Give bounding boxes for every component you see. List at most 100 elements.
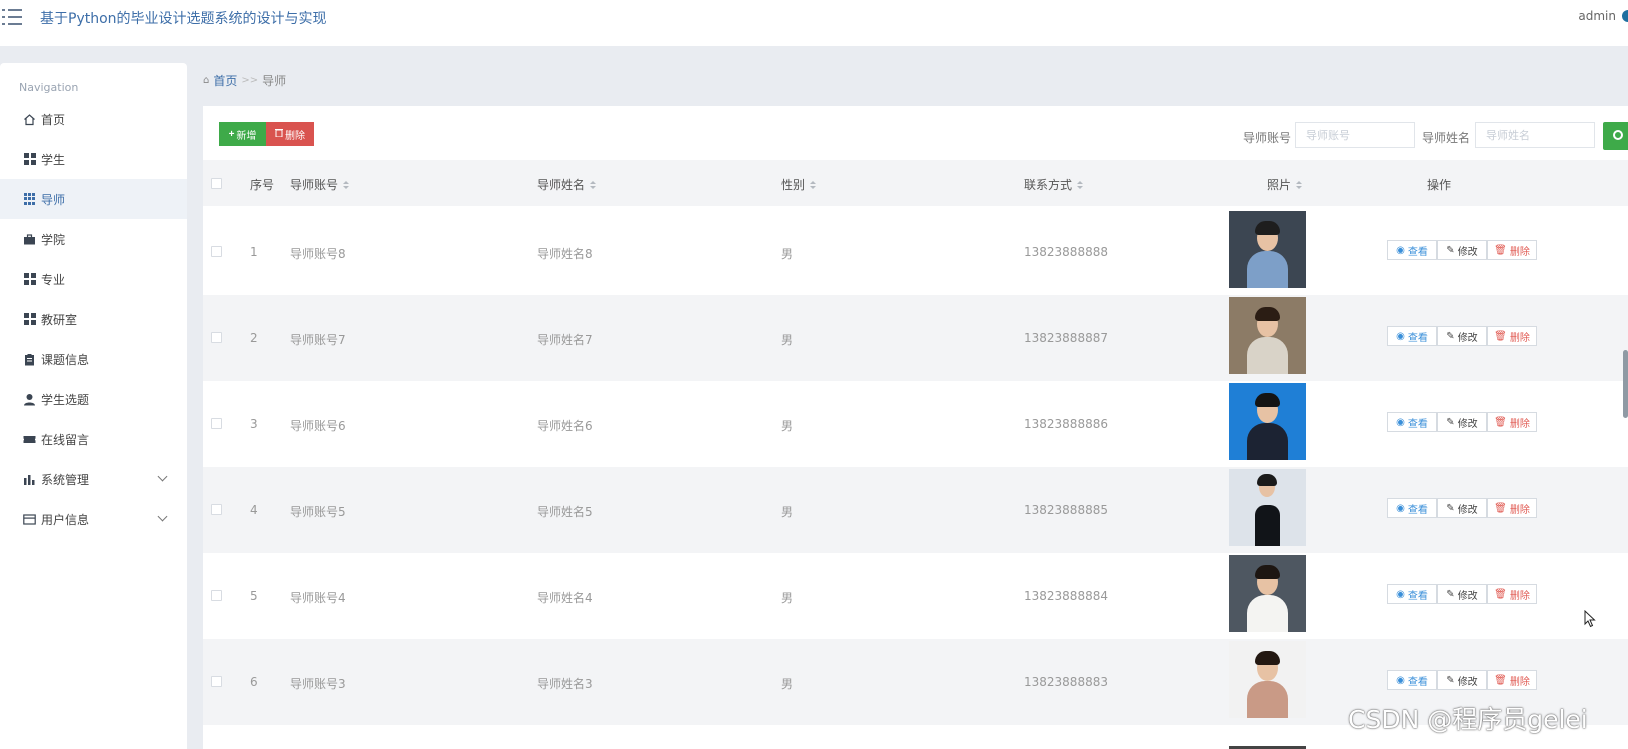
eye-icon: ◉ (1396, 588, 1405, 600)
search-account-input[interactable] (1295, 122, 1415, 148)
cell-account: 导师账号7 (290, 333, 346, 347)
view-button[interactable]: ◉ 查看 (1387, 498, 1437, 518)
cell-gender: 男 (781, 247, 794, 261)
cell-phone: 13823888887 (1024, 331, 1108, 345)
trash-icon (275, 128, 283, 140)
user-menu[interactable]: admin (1578, 9, 1616, 23)
sidebar-item-label: 在线留言 (41, 432, 90, 447)
column-header-account[interactable]: 导师账号 (290, 176, 350, 193)
nav-heading: Navigation (19, 81, 79, 94)
view-button[interactable]: ◉ 查看 (1387, 412, 1437, 432)
cell-account: 导师账号3 (290, 677, 346, 691)
delete-button[interactable]: 🗑 删除 (1487, 412, 1537, 432)
cursor-icon (1584, 610, 1596, 628)
avatar[interactable] (1622, 10, 1628, 22)
trash-icon: 🗑 (1494, 416, 1507, 428)
search-button[interactable] (1603, 122, 1628, 150)
sidebar-item-label: 首页 (41, 112, 66, 127)
sidebar-item-topics[interactable]: 课题信息 (0, 339, 187, 379)
edit-button[interactable]: ✎ 修改 (1437, 584, 1487, 604)
delete-button[interactable]: 🗑 删除 (1487, 584, 1537, 604)
sidebar-item-label: 教研室 (41, 312, 78, 327)
view-button[interactable]: ◉ 查看 (1387, 670, 1437, 690)
cell-account: 导师账号5 (290, 505, 346, 519)
row-checkbox[interactable] (211, 332, 222, 343)
sidebar-item-label: 学生选题 (41, 392, 90, 407)
sort-icon[interactable] (810, 180, 817, 189)
batch-delete-button[interactable]: 删除 (266, 122, 314, 146)
row-checkbox[interactable] (211, 676, 222, 687)
grid-icon (23, 152, 36, 166)
cell-name: 导师姓名3 (537, 677, 593, 691)
row-checkbox[interactable] (211, 246, 222, 257)
sort-icon[interactable] (1077, 180, 1084, 189)
edit-button[interactable]: ✎ 修改 (1437, 498, 1487, 518)
delete-button[interactable]: 🗑 删除 (1487, 670, 1537, 690)
sort-icon[interactable] (343, 180, 350, 189)
menu-toggle-icon[interactable] (2, 8, 24, 26)
sidebar-item-label: 用户信息 (41, 512, 90, 527)
home-icon: ⌂ (203, 75, 210, 86)
breadcrumb-home[interactable]: 首页 (213, 72, 237, 89)
edit-button[interactable]: ✎ 修改 (1437, 326, 1487, 346)
search-name-label: 导师姓名 (1422, 131, 1471, 145)
row-checkbox[interactable] (211, 418, 222, 429)
sidebar-item-college[interactable]: 学院 (0, 219, 187, 259)
eye-icon: ◉ (1396, 502, 1405, 514)
cell-phone: 13823888885 (1024, 503, 1108, 517)
select-all-checkbox[interactable] (211, 178, 222, 189)
cell-phone: 13823888884 (1024, 589, 1108, 603)
sidebar-item-messages[interactable]: 在线留言 (0, 419, 187, 459)
add-button[interactable]: + 新增 (219, 122, 266, 146)
tutor-photo (1229, 297, 1306, 374)
sidebar-item-tutors[interactable]: 导师 (0, 179, 187, 219)
delete-button[interactable]: 🗑 删除 (1487, 240, 1537, 260)
cell-gender: 男 (781, 505, 794, 519)
ticket-icon (23, 433, 36, 446)
eye-icon: ◉ (1396, 416, 1405, 428)
sidebar-item-office[interactable]: 教研室 (0, 299, 187, 339)
sidebar-item-userinfo[interactable]: 用户信息 (0, 499, 187, 539)
cell-account: 导师账号4 (290, 591, 346, 605)
cell-account: 导师账号8 (290, 247, 346, 261)
edit-button[interactable]: ✎ 修改 (1437, 412, 1487, 432)
trash-icon: 🗑 (1494, 330, 1507, 342)
sidebar-item-students[interactable]: 学生 (0, 139, 187, 179)
cell-phone: 13823888883 (1024, 675, 1108, 689)
cell-gender: 男 (781, 419, 794, 433)
clipboard-icon (23, 353, 36, 366)
sidebar-item-system[interactable]: 系统管理 (0, 459, 187, 499)
sidebar-item-label: 系统管理 (41, 472, 90, 487)
table-row: 1 导师账号8 导师姓名8 男 13823888888 ◉ 查看 ✎ 修改 🗑 删除 (203, 209, 1628, 295)
view-button[interactable]: ◉ 查看 (1387, 240, 1437, 260)
delete-button[interactable]: 🗑 删除 (1487, 326, 1537, 346)
sidebar-item-label: 专业 (41, 272, 66, 287)
delete-button[interactable]: 🗑 删除 (1487, 498, 1537, 518)
search-icon (1613, 130, 1623, 140)
top-bar: 基于Python的毕业设计选题系统的设计与实现 admin (0, 0, 1628, 46)
column-header-gender[interactable]: 性别 (781, 176, 817, 193)
sidebar-item-home[interactable]: 首页 (0, 99, 187, 139)
sidebar-item-major[interactable]: 专业 (0, 259, 187, 299)
plus-icon: + (228, 128, 235, 140)
search-name-input[interactable] (1475, 122, 1595, 148)
sort-icon[interactable] (590, 180, 597, 189)
add-button-label: 新增 (236, 130, 257, 142)
cell-no: 1 (250, 245, 258, 259)
trash-icon: 🗑 (1494, 502, 1507, 514)
view-button[interactable]: ◉ 查看 (1387, 326, 1437, 346)
scrollbar[interactable] (1623, 350, 1628, 418)
column-header-no: 序号 (250, 178, 275, 192)
sort-icon[interactable] (1296, 180, 1303, 189)
row-checkbox[interactable] (211, 504, 222, 515)
grid-icon (23, 312, 36, 326)
edit-button[interactable]: ✎ 修改 (1437, 240, 1487, 260)
cell-gender: 男 (781, 591, 794, 605)
edit-button[interactable]: ✎ 修改 (1437, 670, 1487, 690)
column-header-name[interactable]: 导师姓名 (537, 176, 597, 193)
column-header-phone[interactable]: 联系方式 (1024, 176, 1084, 193)
sidebar-item-selection[interactable]: 学生选题 (0, 379, 187, 419)
row-checkbox[interactable] (211, 590, 222, 601)
view-button[interactable]: ◉ 查看 (1387, 584, 1437, 604)
column-header-photo[interactable]: 照片 (1267, 176, 1303, 193)
